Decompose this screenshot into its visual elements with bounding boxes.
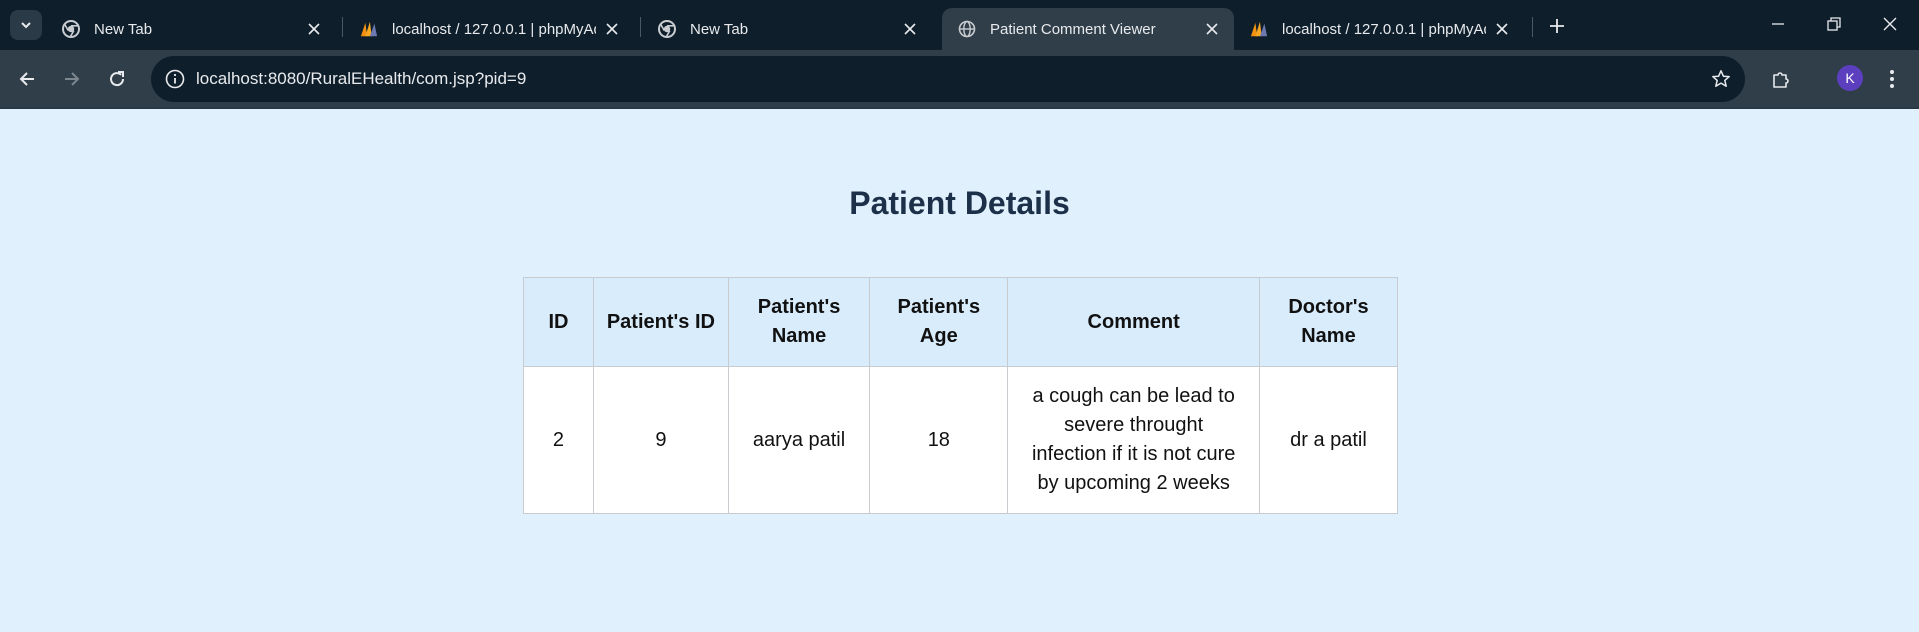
browser-menu-button[interactable]: [1875, 62, 1909, 96]
close-icon: [1883, 17, 1897, 31]
tab-separator: [1532, 17, 1533, 37]
phpmyadmin-icon: [360, 20, 378, 38]
browser-toolbar: localhost:8080/RuralEHealth/com.jsp?pid=…: [0, 50, 1919, 108]
profile-avatar[interactable]: K: [1837, 65, 1863, 91]
cell-doctor-name: dr a patil: [1258, 366, 1399, 514]
cell-id: 2: [523, 366, 594, 514]
tab-patient-comment-viewer[interactable]: Patient Comment Viewer: [942, 8, 1234, 50]
close-icon[interactable]: [306, 21, 322, 37]
reload-button[interactable]: [100, 62, 134, 96]
minimize-button[interactable]: [1750, 0, 1806, 48]
tab-strip: New Tab localhost / 127.0.0.1 | phpMyAdm…: [0, 0, 1919, 50]
tab-new-tab-2[interactable]: New Tab: [642, 8, 932, 50]
puzzle-icon: [1773, 72, 1789, 88]
bookmark-star-icon[interactable]: [1709, 67, 1733, 91]
plus-icon: [1550, 19, 1564, 33]
tab-separator: [342, 17, 343, 37]
phpmyadmin-icon: [1250, 20, 1268, 38]
arrow-right-icon: [65, 72, 80, 86]
page-title: Patient Details: [849, 185, 1070, 221]
tab-search-button[interactable]: [10, 10, 42, 40]
chrome-icon: [658, 20, 676, 38]
column-header-patient-age: Patient's Age: [869, 277, 1009, 367]
globe-icon: [958, 20, 976, 38]
close-icon[interactable]: [1204, 21, 1220, 37]
chevron-down-icon: [21, 22, 31, 29]
arrow-left-icon: [19, 72, 34, 86]
window-close-button[interactable]: [1862, 0, 1918, 48]
chrome-icon: [62, 20, 80, 38]
column-header-doctor-name: Doctor's Name: [1258, 277, 1399, 367]
tab-title: Patient Comment Viewer: [990, 20, 1156, 38]
tab-title: localhost / 127.0.0.1 | phpMyAdmin: [1282, 20, 1486, 38]
table-row: 2 9 aarya patil 18 a cough can be lead t…: [523, 366, 1399, 514]
cell-patient-age: 18: [869, 366, 1009, 514]
extensions-button[interactable]: [1764, 62, 1798, 96]
forward-button[interactable]: [55, 62, 89, 96]
site-info-icon[interactable]: [163, 67, 187, 91]
tab-separator: [640, 17, 641, 37]
patient-details-table: ID Patient's ID Patient's Name Patient's…: [523, 277, 1399, 514]
address-bar[interactable]: localhost:8080/RuralEHealth/com.jsp?pid=…: [151, 56, 1745, 102]
cell-patient-name: aarya patil: [727, 366, 871, 514]
tab-title: New Tab: [94, 20, 153, 38]
column-header-patient-name: Patient's Name: [727, 277, 871, 367]
tab-title: New Tab: [690, 20, 749, 38]
back-button[interactable]: [10, 62, 44, 96]
reload-icon: [110, 71, 125, 87]
column-header-comment: Comment: [1007, 277, 1260, 367]
kebab-menu-icon: [1890, 70, 1894, 88]
close-icon[interactable]: [902, 21, 918, 37]
page-content: Patient Details ID Patient's ID Patient'…: [0, 109, 1919, 632]
close-icon[interactable]: [1494, 21, 1510, 37]
column-header-id: ID: [523, 277, 594, 367]
new-tab-button[interactable]: [1544, 13, 1570, 39]
url-text[interactable]: localhost:8080/RuralEHealth/com.jsp?pid=…: [196, 69, 526, 89]
tab-title: localhost / 127.0.0.1 | phpMyAdmin: [392, 20, 596, 38]
cell-patient-id: 9: [592, 366, 729, 514]
tab-new-tab-1[interactable]: New Tab: [46, 8, 336, 50]
tab-phpmyadmin-1[interactable]: localhost / 127.0.0.1 | phpMyAdmin: [344, 8, 634, 50]
restore-icon: [1827, 17, 1841, 31]
tab-phpmyadmin-2[interactable]: localhost / 127.0.0.1 | phpMyAdmin: [1234, 8, 1524, 50]
cell-comment: a cough can be lead to severe throught i…: [1007, 366, 1260, 514]
table-header-row: ID Patient's ID Patient's Name Patient's…: [523, 277, 1399, 367]
restore-button[interactable]: [1806, 0, 1862, 48]
close-icon[interactable]: [604, 21, 620, 37]
minimize-icon: [1772, 23, 1784, 25]
column-header-patient-id: Patient's ID: [592, 277, 729, 367]
